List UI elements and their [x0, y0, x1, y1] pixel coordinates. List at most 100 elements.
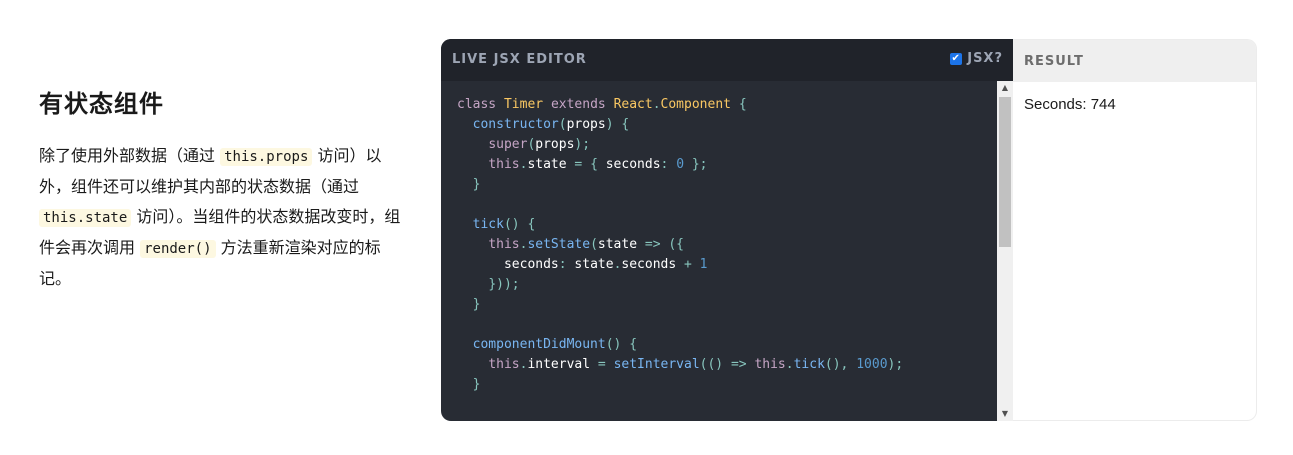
jsx-checkbox[interactable]: ✔ [950, 52, 963, 65]
code-line: this.interval = setInterval(() => this.t… [457, 355, 997, 375]
code-token: this [488, 357, 520, 372]
code-token: 0 [676, 157, 685, 172]
code-token: { [738, 97, 747, 112]
code-token: () { [503, 217, 536, 232]
code-content[interactable]: class Timer extends React.Component { co… [441, 81, 997, 395]
code-token: seconds [503, 257, 559, 272]
code-token: })); [488, 277, 520, 292]
code-line: super(props); [457, 135, 997, 155]
code-line: componentDidMount() { [457, 335, 997, 355]
code-token: constructor [472, 117, 559, 132]
code-token: Component [660, 97, 739, 112]
code-line: } [457, 175, 997, 195]
code-token: setState [527, 237, 591, 252]
code-token: } [472, 177, 481, 192]
code-token: seconds [605, 157, 661, 172]
code-token: (() => [699, 357, 755, 372]
code-token: React [613, 97, 653, 112]
result-panel: RESULT Seconds: 744 [1013, 39, 1257, 421]
code-line: constructor(props) { [457, 115, 997, 135]
scroll-up-arrow-icon[interactable]: ▲ [997, 81, 1013, 95]
code-line: } [457, 295, 997, 315]
scroll-down-arrow-icon[interactable]: ▼ [997, 407, 1013, 421]
code-token: } [472, 297, 481, 312]
code-line: } [457, 375, 997, 395]
code-line: this.setState(state => ({ [457, 235, 997, 255]
code-token: this [488, 237, 520, 252]
intro-paragraph: 除了使用外部数据（通过 this.props 访问）以外，组件还可以维护其内部的… [39, 141, 404, 294]
code-token: tick [793, 357, 825, 372]
code-token: componentDidMount [472, 337, 606, 352]
code-token: . [785, 357, 794, 372]
code-token: ( [558, 117, 567, 132]
jsx-toggle[interactable]: ✔ JSX? [950, 51, 1003, 66]
live-jsx-editor: LIVE JSX EDITOR ✔ JSX? class Timer exten… [441, 39, 1013, 421]
code-token: . [652, 97, 661, 112]
code-line: })); [457, 275, 997, 295]
editor-header: LIVE JSX EDITOR ✔ JSX? [441, 39, 1013, 81]
code-token: 1 [699, 257, 708, 272]
code-token: } [472, 377, 481, 392]
editor-title: LIVE JSX EDITOR [452, 52, 587, 67]
code-token: state [527, 157, 575, 172]
code-token: => ({ [644, 237, 685, 252]
code-token: = { [574, 157, 606, 172]
code-editor[interactable]: class Timer extends React.Component { co… [441, 81, 997, 421]
page: 有状态组件 除了使用外部数据（通过 this.props 访问）以外，组件还可以… [0, 0, 1293, 455]
jsx-label: JSX? [967, 51, 1003, 66]
inline-code-render: render() [140, 240, 216, 258]
code-token: }; [684, 157, 708, 172]
code-token: super [488, 137, 528, 152]
inline-code-state: this.state [39, 209, 132, 227]
code-token: state [597, 237, 645, 252]
code-token: : [660, 157, 677, 172]
result-header: RESULT [1013, 40, 1256, 82]
code-token: () { [605, 337, 638, 352]
code-token: props [566, 117, 606, 132]
code-token: props [535, 137, 575, 152]
code-line: seconds: state.seconds + 1 [457, 255, 997, 275]
code-token: ( [590, 237, 598, 252]
code-token: class [457, 97, 504, 112]
result-title: RESULT [1024, 54, 1084, 69]
editor-scrollbar[interactable]: ▲ ▼ [997, 81, 1013, 421]
code-line: tick() { [457, 215, 997, 235]
code-token: ) { [605, 117, 630, 132]
intro-text-1: 除了使用外部数据（通过 [39, 146, 221, 165]
intro-section: 有状态组件 除了使用外部数据（通过 this.props 访问）以外，组件还可以… [39, 84, 404, 294]
code-token: 1000 [856, 357, 888, 372]
code-token: ); [887, 357, 904, 372]
code-token: : [558, 257, 575, 272]
code-token: + [684, 257, 700, 272]
code-token: tick [472, 217, 504, 232]
code-token: setInterval [613, 357, 700, 372]
code-token: this [488, 157, 520, 172]
code-token: Timer [503, 97, 551, 112]
scroll-thumb[interactable] [999, 97, 1011, 247]
code-token: ); [574, 137, 591, 152]
code-token: = [597, 357, 614, 372]
code-token: interval [527, 357, 598, 372]
code-token: state [574, 257, 614, 272]
code-token: this [754, 357, 786, 372]
code-token: extends [550, 97, 614, 112]
inline-code-props: this.props [220, 148, 313, 166]
code-line: class Timer extends React.Component { [457, 95, 997, 115]
code-token: (), [824, 357, 857, 372]
result-output: Seconds: 744 [1024, 96, 1116, 113]
code-line: this.state = { seconds: 0 }; [457, 155, 997, 175]
